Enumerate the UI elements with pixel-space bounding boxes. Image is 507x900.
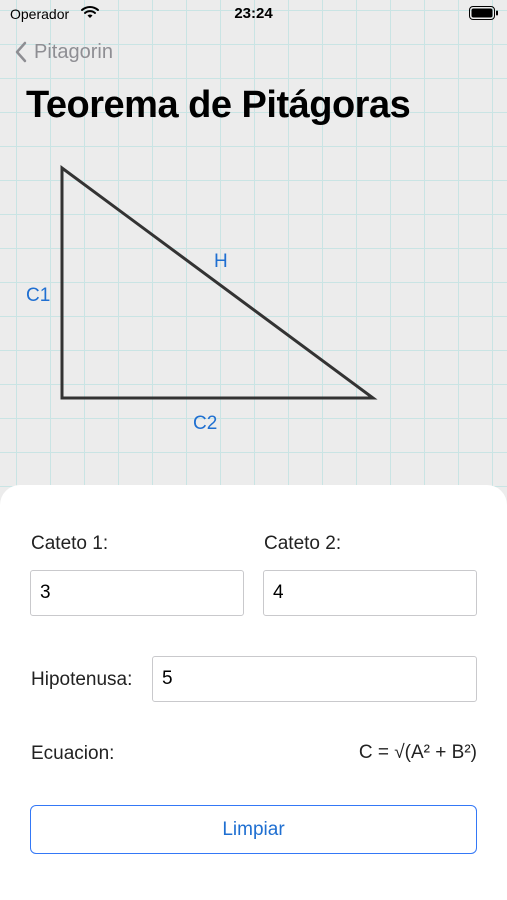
cateto2-input[interactable] [263,570,477,616]
triangle-label-c2: C2 [193,413,218,434]
cateto1-input[interactable] [30,570,244,616]
clear-button[interactable]: Limpiar [30,805,477,854]
cateto2-label: Cateto 2: [264,533,342,554]
triangle-label-h: H [214,251,228,272]
ecuacion-label: Ecuacion: [31,743,115,764]
right-triangle-diagram [60,165,378,400]
equation-formula: C = √(A² + B²) [358,742,477,763]
cateto1-label: Cateto 1: [31,533,109,554]
hipotenusa-label: Hipotenusa: [31,669,133,690]
hipotenusa-input[interactable] [152,656,477,702]
triangle-label-c1: C1 [26,285,51,306]
